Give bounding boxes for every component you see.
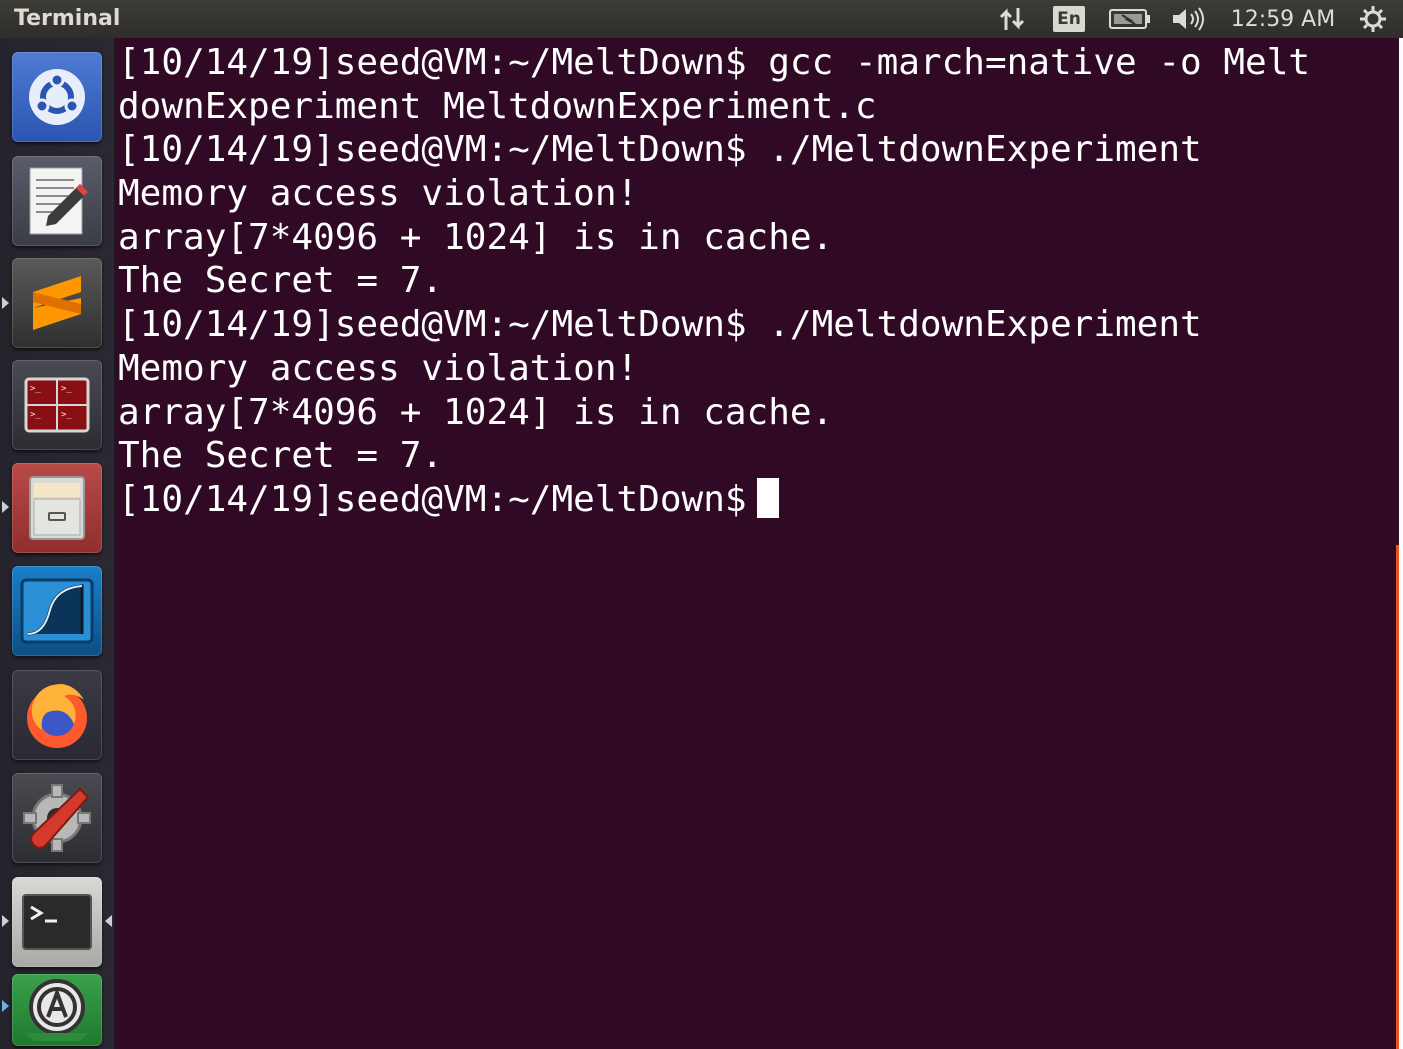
text-cursor [756, 477, 779, 518]
svg-text:>_: >_ [61, 410, 72, 420]
launcher-firefox[interactable] [12, 670, 102, 760]
running-indicator [2, 915, 9, 927]
file-cabinet-icon [29, 476, 85, 540]
system-menu-gear-icon[interactable] [1354, 0, 1392, 38]
launcher-sublime-text[interactable] [12, 258, 102, 348]
running-indicator [2, 501, 9, 513]
terminal-line: The Secret = 7. [118, 260, 444, 302]
ubuntu-logo-icon [29, 69, 85, 125]
launcher: >_ >_ >_ >_ [0, 38, 116, 1049]
app-title: Terminal [14, 6, 121, 31]
launcher-software-updater[interactable] [12, 974, 102, 1046]
network-icon[interactable] [996, 0, 1030, 38]
terminal-line: [10/14/19]seed@VM:~/MeltDown$ ./Meltdown… [118, 304, 1202, 346]
resize-edge[interactable] [1396, 545, 1399, 1049]
terminal-line: downExperiment MeltdownExperiment.c [118, 85, 877, 127]
language-label: En [1053, 6, 1085, 32]
keyboard-language-indicator[interactable]: En [1051, 0, 1087, 38]
text-editor-icon [29, 167, 88, 235]
sublime-text-icon [33, 276, 81, 330]
battery-icon[interactable] [1106, 0, 1154, 38]
launcher-text-editor[interactable] [12, 156, 102, 246]
focused-indicator [105, 915, 112, 927]
terminal-line: array[7*4096 + 1024] is in cache. [118, 391, 834, 433]
launcher-terminator[interactable]: >_ >_ >_ >_ [12, 360, 102, 450]
running-indicator [2, 297, 9, 309]
terminal-icon [22, 894, 92, 950]
launcher-wireshark[interactable] [12, 566, 102, 656]
terminal-line: Memory access violation! [118, 347, 639, 389]
top-panel: Terminal En 12:59 AM [0, 0, 1403, 38]
running-indicator [2, 1000, 9, 1012]
settings-wrench-icon [23, 784, 91, 852]
volume-icon[interactable] [1168, 0, 1210, 38]
svg-text:>_: >_ [30, 410, 41, 420]
svg-text:>_: >_ [30, 384, 41, 394]
terminal-line: The Secret = 7. [118, 435, 444, 477]
launcher-system-settings[interactable] [12, 773, 102, 863]
terminal-prompt-line[interactable]: [10/14/19]seed@VM:~/MeltDown$ [116, 477, 1399, 522]
terminal-line: array[7*4096 + 1024] is in cache. [118, 216, 834, 258]
launcher-terminal[interactable] [12, 877, 102, 967]
launcher-dash-home[interactable] [12, 52, 102, 142]
launcher-files[interactable] [12, 463, 102, 553]
firefox-icon [27, 684, 87, 748]
terminal-line: [10/14/19]seed@VM:~/MeltDown$ ./Meltdown… [118, 129, 1202, 171]
terminal-output[interactable]: [10/14/19]seed@VM:~/MeltDown$ gcc -march… [116, 38, 1399, 1049]
terminal-prompt: [10/14/19]seed@VM:~/MeltDown$ [118, 478, 747, 520]
window-edge [1399, 38, 1403, 1049]
svg-text:>_: >_ [61, 384, 72, 394]
terminal-line: Memory access violation! [118, 173, 639, 215]
clock[interactable]: 12:59 AM [1226, 0, 1340, 38]
software-updater-icon [26, 979, 88, 1041]
terminator-icon: >_ >_ >_ >_ [24, 377, 90, 433]
wireshark-fin-icon [20, 578, 94, 644]
terminal-line: [10/14/19]seed@VM:~/MeltDown$ gcc -march… [118, 42, 1311, 83]
